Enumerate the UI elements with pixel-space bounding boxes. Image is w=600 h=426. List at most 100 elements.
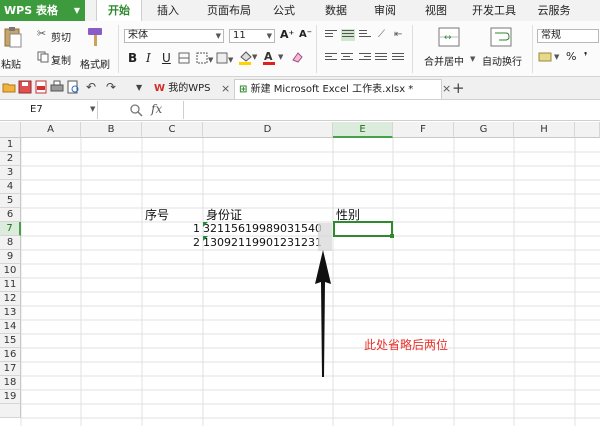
percent-button[interactable]: % (566, 50, 576, 63)
text-effect-icon[interactable] (178, 52, 190, 64)
cell-d6[interactable]: 身份证 (206, 208, 242, 222)
column-header-c[interactable]: C (142, 122, 203, 138)
cell-e6[interactable]: 性别 (336, 208, 360, 222)
tab-my-wps[interactable]: W 我的WPS (150, 79, 214, 99)
cell-d7[interactable]: 321156199890315400 (203, 222, 321, 236)
wrap-text-icon[interactable] (490, 27, 512, 47)
column-header-i[interactable] (575, 122, 600, 138)
column-header-a[interactable]: A (21, 122, 81, 138)
menu-item-developer[interactable]: 开发工具 (463, 0, 525, 21)
row-header-2[interactable]: 2 (0, 152, 21, 166)
row-header-6[interactable]: 6 (0, 208, 21, 222)
redo-icon[interactable]: ↷ (106, 80, 116, 94)
chevron-down-icon[interactable]: ▼ (136, 83, 142, 92)
paste-button-label[interactable]: 粘贴 (1, 56, 21, 71)
copy-icon[interactable] (37, 51, 49, 63)
justify-icon[interactable] (375, 53, 387, 63)
row-header-20[interactable] (0, 404, 21, 418)
grow-font-button[interactable]: A⁺ (280, 28, 294, 41)
folder-open-icon[interactable] (2, 80, 16, 94)
column-header-g[interactable]: G (454, 122, 514, 138)
merge-icon[interactable]: ▼ (216, 52, 234, 64)
merge-center-label[interactable]: 合并居中 (424, 53, 464, 68)
comma-button[interactable]: ❜ (584, 50, 588, 63)
font-color-icon[interactable]: A (262, 49, 278, 65)
cell-d8[interactable]: 130921199012312311 (203, 236, 321, 250)
close-icon[interactable]: × (221, 79, 230, 99)
wrap-text-label[interactable]: 自动换行 (482, 53, 522, 68)
clear-format-icon[interactable] (290, 50, 304, 64)
shrink-font-button[interactable]: A⁻ (299, 29, 312, 40)
save-icon[interactable] (18, 80, 32, 94)
column-header-f[interactable]: F (393, 122, 454, 138)
row-header-13[interactable]: 13 (0, 306, 21, 320)
menu-item-view[interactable]: 视图 (414, 0, 458, 21)
column-header-h[interactable]: H (514, 122, 575, 138)
select-all-corner[interactable] (0, 122, 21, 138)
row-header-3[interactable]: 3 (0, 166, 21, 180)
spreadsheet-grid[interactable]: A B C D E F G H 1 2 3 4 5 6 7 8 9 10 11 … (0, 122, 600, 426)
scissors-icon[interactable]: ✂ (37, 27, 46, 40)
font-name-select[interactable]: 宋体 ▼ (124, 29, 224, 43)
row-header-16[interactable]: 16 (0, 348, 21, 362)
italic-button[interactable]: I (146, 51, 151, 65)
indent-icon[interactable]: ⇤ (394, 29, 402, 40)
row-header-12[interactable]: 12 (0, 292, 21, 306)
cell-c6[interactable]: 序号 (145, 208, 169, 222)
print-icon[interactable] (50, 80, 64, 94)
align-middle-icon[interactable] (341, 29, 355, 41)
number-format-select[interactable]: 常规 (537, 29, 599, 43)
merge-center-icon[interactable]: ↔ (438, 27, 460, 47)
align-bottom-icon[interactable] (359, 30, 371, 40)
row-header-18[interactable]: 18 (0, 376, 21, 390)
close-icon[interactable]: × (442, 79, 451, 99)
row-header-19[interactable]: 19 (0, 390, 21, 404)
column-header-d[interactable]: D (203, 122, 333, 138)
row-header-17[interactable]: 17 (0, 362, 21, 376)
menu-item-insert[interactable]: 插入 (146, 0, 190, 21)
currency-icon[interactable] (538, 51, 552, 63)
cut-button-label[interactable]: 剪切 (51, 29, 71, 44)
format-painter-icon[interactable] (84, 26, 106, 48)
row-header-14[interactable]: 14 (0, 320, 21, 334)
orientation-icon[interactable]: ⟋ (378, 29, 385, 40)
zoom-icon[interactable] (129, 103, 143, 117)
tab-document[interactable]: ⊞ 新建 Microsoft Excel 工作表.xlsx * (234, 79, 442, 99)
row-header-4[interactable]: 4 (0, 180, 21, 194)
export-pdf-icon[interactable] (34, 80, 48, 94)
align-top-icon[interactable] (325, 30, 337, 40)
new-tab-button[interactable]: + (452, 78, 465, 98)
menu-item-home[interactable]: 开始 (96, 0, 142, 22)
row-header-7[interactable]: 7 (0, 222, 21, 236)
row-header-9[interactable]: 9 (0, 250, 21, 264)
formula-input[interactable] (183, 101, 600, 119)
paste-icon[interactable] (3, 26, 23, 48)
chevron-down-icon[interactable]: ▼ (90, 105, 95, 113)
menu-item-data[interactable]: 数据 (314, 0, 358, 21)
row-header-11[interactable]: 11 (0, 278, 21, 292)
menu-item-page-layout[interactable]: 页面布局 (196, 0, 262, 21)
name-box[interactable]: E7 (0, 101, 98, 119)
format-painter-label[interactable]: 格式刷 (80, 56, 110, 71)
copy-button-label[interactable]: 复制 (51, 52, 71, 67)
chevron-down-icon[interactable]: ▼ (554, 53, 559, 61)
bold-button[interactable]: B (128, 51, 137, 65)
column-header-b[interactable]: B (81, 122, 142, 138)
chevron-down-icon[interactable]: ▼ (470, 55, 475, 63)
undo-icon[interactable]: ↶ (86, 80, 96, 94)
row-header-10[interactable]: 10 (0, 264, 21, 278)
menu-item-formula[interactable]: 公式 (262, 0, 306, 21)
align-right-icon[interactable] (359, 53, 371, 63)
row-header-5[interactable]: 5 (0, 194, 21, 208)
chevron-down-icon[interactable]: ▼ (278, 53, 283, 61)
function-button[interactable]: fx (151, 102, 162, 116)
selected-cell-e7[interactable] (333, 221, 393, 237)
fill-handle[interactable] (390, 234, 394, 238)
column-header-e[interactable]: E (333, 122, 393, 138)
cell-c7[interactable]: 1 (142, 222, 200, 236)
row-header-1[interactable]: 1 (0, 138, 21, 152)
menu-item-review[interactable]: 审阅 (363, 0, 407, 21)
menu-item-cloud[interactable]: 云服务 (527, 0, 581, 21)
row-header-15[interactable]: 15 (0, 334, 21, 348)
distributed-icon[interactable] (392, 53, 404, 63)
